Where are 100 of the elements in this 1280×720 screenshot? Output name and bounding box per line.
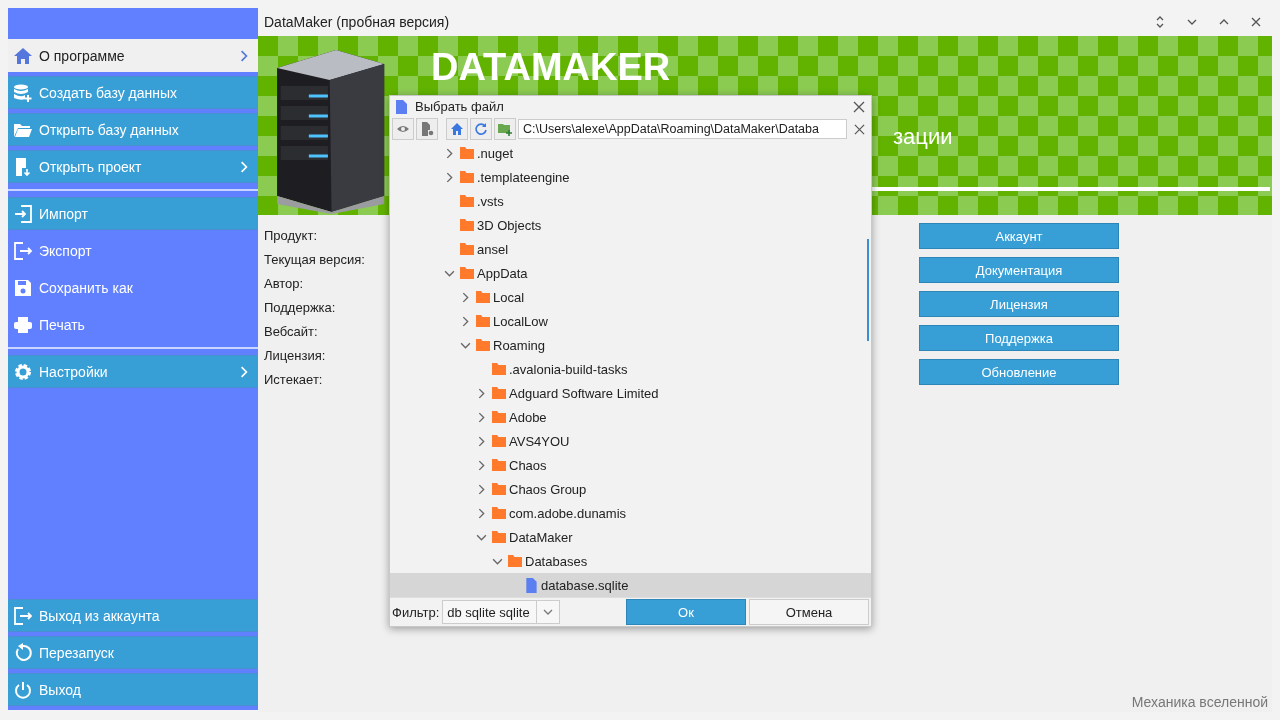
file-name: ansel (477, 241, 509, 257)
folder-icon (460, 147, 474, 160)
file-name: AppData (477, 265, 528, 281)
file-name: Databases (525, 553, 588, 569)
chevron-right-icon[interactable] (476, 387, 487, 399)
eye-button[interactable] (392, 118, 414, 141)
folder-icon (492, 435, 506, 448)
chevron-right-icon[interactable] (476, 507, 487, 519)
save-icon (13, 277, 33, 298)
folder-icon (476, 315, 490, 328)
chevron-right-icon[interactable] (476, 435, 487, 447)
folder-icon (460, 243, 474, 256)
footer-text: Механика вселенной (1131, 694, 1268, 710)
folder-icon (460, 267, 474, 280)
info-label: Текущая версия: (264, 252, 365, 269)
file-icon (524, 577, 538, 593)
tree-row[interactable]: com.adobe.dunamis (390, 501, 871, 526)
filter-dropdown[interactable]: db sqlite sqlite (442, 600, 561, 625)
file-name: Adguard Software Limited (509, 385, 659, 401)
tree-row[interactable]: LocalLow (390, 309, 871, 334)
folder-icon (492, 411, 506, 424)
db-add-icon (13, 82, 33, 103)
tree-row[interactable]: .nuget (390, 141, 871, 166)
tree-row[interactable]: 3D Objects (390, 213, 871, 238)
info-label: Продукт: (264, 228, 318, 245)
tree-row[interactable]: .avalonia-build-tasks (390, 357, 871, 382)
tree-row[interactable]: Chaos Group (390, 477, 871, 502)
tree-row[interactable]: Adobe (390, 405, 871, 430)
chevron-right-icon[interactable] (476, 411, 487, 423)
tree-row[interactable]: Local (390, 285, 871, 310)
tree-row[interactable]: Chaos (390, 453, 871, 478)
tree-row[interactable]: AVS4YOU (390, 429, 871, 454)
tree-row[interactable]: ansel (390, 237, 871, 262)
tree-row[interactable]: Databases (390, 549, 871, 574)
home-button[interactable] (446, 118, 468, 141)
close-icon[interactable] (1249, 15, 1263, 29)
settings-icon (13, 361, 33, 382)
file-name: com.adobe.dunamis (509, 505, 627, 521)
folder-icon (508, 555, 522, 568)
tree-row[interactable]: AppData (390, 261, 871, 286)
refresh-button[interactable] (470, 118, 492, 141)
tree-row[interactable]: database.sqlite (390, 573, 871, 598)
import-icon (13, 203, 33, 224)
print-icon (13, 314, 33, 335)
chevron-icon[interactable] (238, 365, 250, 378)
new-folder-button[interactable] (494, 118, 516, 141)
project-icon (13, 156, 33, 177)
file-gear-icon (420, 122, 434, 137)
chevron-right-icon[interactable] (444, 171, 455, 183)
folder-icon (460, 219, 474, 232)
sidebar-item[interactable]: О программе (8, 39, 258, 72)
tree-row[interactable]: .vsts (390, 189, 871, 214)
folder-icon (492, 483, 506, 496)
close-icon[interactable] (853, 100, 865, 113)
app-subtitle: зации (893, 124, 953, 150)
chevron-right-icon[interactable] (476, 483, 487, 495)
file-name: Chaos Group (509, 481, 587, 497)
chevron-right-icon[interactable] (460, 315, 471, 327)
logout-icon (13, 605, 33, 626)
tree-row[interactable]: DataMaker (390, 525, 871, 550)
folder-icon (492, 363, 506, 376)
file-name: database.sqlite (541, 577, 629, 593)
file-name: LocalLow (493, 313, 548, 329)
tree-row[interactable]: Adguard Software Limited (390, 381, 871, 406)
folder-icon (476, 291, 490, 304)
file-name: Local (493, 289, 525, 305)
tree-row[interactable]: .templateengine (390, 165, 871, 190)
file-name: .avalonia-build-tasks (509, 361, 628, 377)
chevron-right-icon[interactable] (476, 459, 487, 471)
clear-icon[interactable] (853, 123, 865, 135)
app-title: DATAMAKER (431, 46, 671, 89)
folder-icon (476, 339, 490, 352)
folder-icon (460, 195, 474, 208)
restart-icon (13, 642, 33, 663)
scrollbar[interactable] (867, 239, 869, 342)
folder-icon (492, 531, 506, 544)
chevron-icon[interactable] (238, 160, 250, 173)
tree-row[interactable]: Roaming (390, 333, 871, 358)
folder-icon (492, 459, 506, 472)
window-title: DataMaker (пробная версия) (264, 14, 451, 30)
filter-label: Фильтр: (392, 604, 440, 620)
folder-icon (492, 507, 506, 520)
info-label: Истекает: (264, 372, 324, 389)
path-field[interactable]: C:\Users\alexe\AppData\Roaming\DataMaker\Databa (518, 119, 847, 140)
file-settings-button[interactable] (416, 118, 438, 141)
chevron-right-icon[interactable] (460, 291, 471, 303)
file-name: AVS4YOU (509, 433, 570, 449)
folder-icon (492, 387, 506, 400)
chevron-icon[interactable] (238, 49, 250, 62)
info-label: Автор: (264, 276, 305, 293)
home-icon (450, 122, 464, 137)
cancel-button[interactable]: Отмена (749, 599, 869, 626)
chevron-right-icon[interactable] (444, 147, 455, 159)
power-icon (13, 679, 33, 700)
folder-icon (460, 171, 474, 184)
file-name: .nuget (477, 145, 514, 161)
refresh-icon (474, 122, 488, 137)
file-name: .vsts (477, 193, 504, 209)
file-icon (396, 99, 407, 114)
file-name: Roaming (493, 337, 546, 353)
